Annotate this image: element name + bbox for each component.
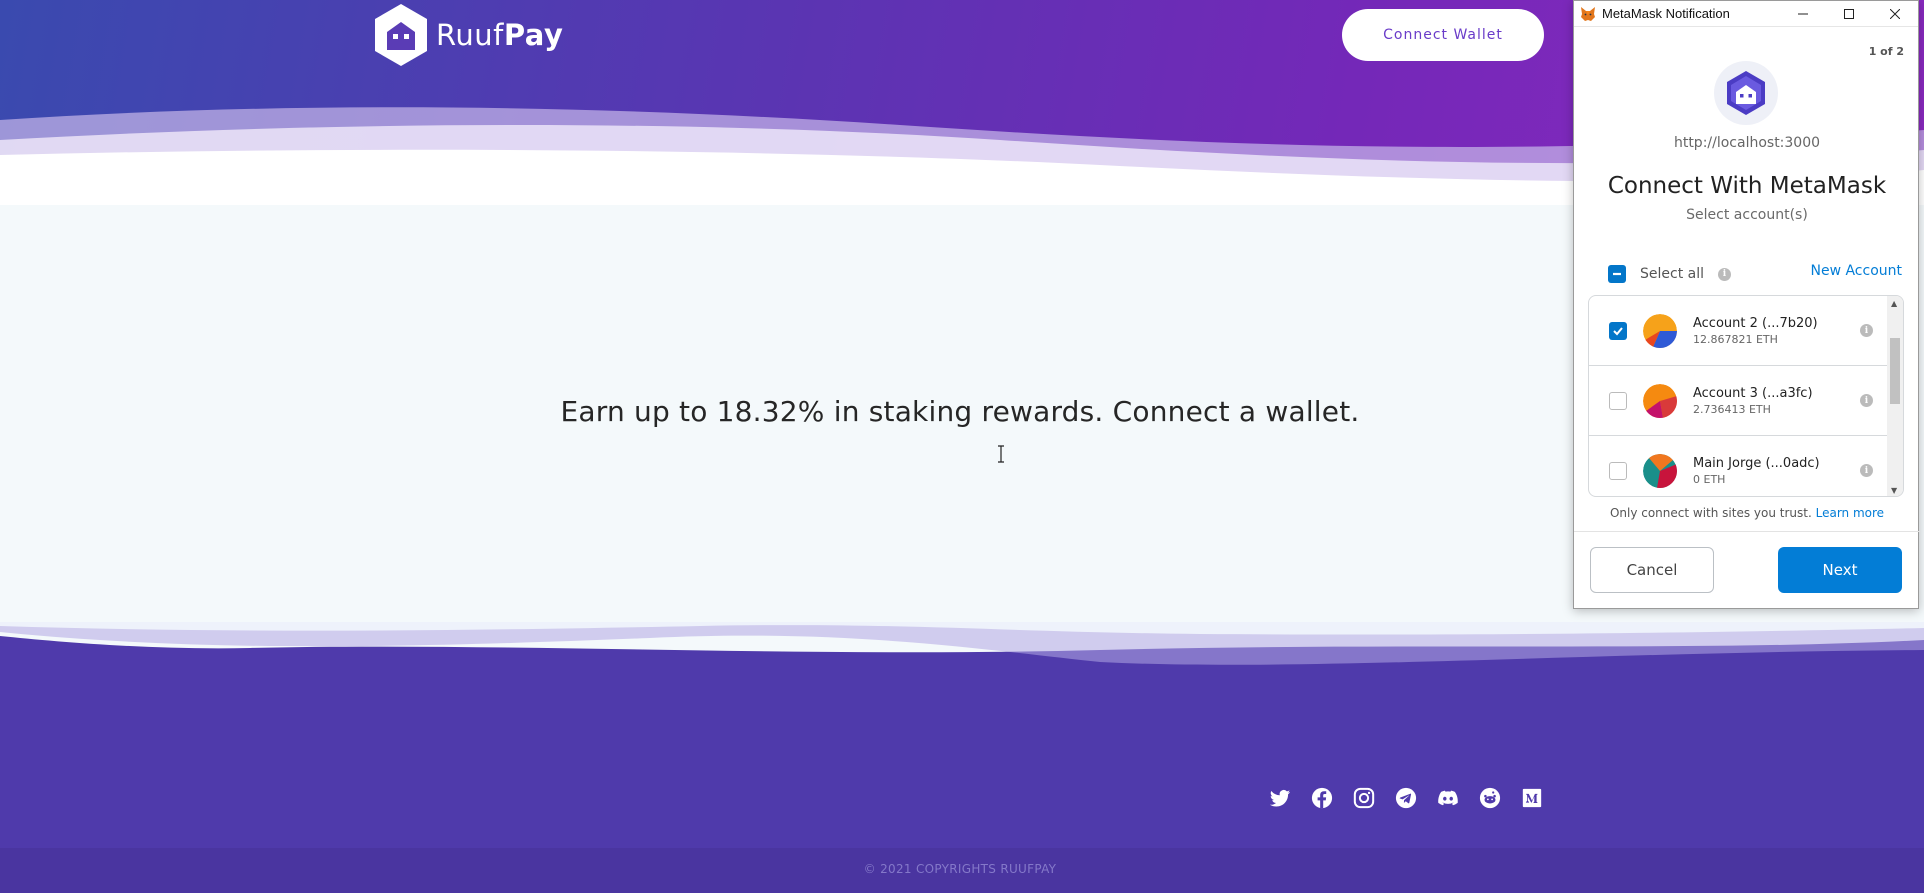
account-details: Account 3 (...a3fc) 2.736413 ETH [1693,386,1860,416]
copyright-bar: © 2021 COPYRIGHTS RUUFPAY [0,848,1924,893]
minimize-icon [1798,13,1808,14]
account-info-icon[interactable]: i [1860,394,1873,407]
metamask-body: 1 of 2 http://localhost:3000 Connect Wit… [1574,27,1920,609]
discord-icon[interactable] [1436,786,1460,810]
account-name: Account 3 (...a3fc) [1693,385,1813,401]
twitter-icon[interactable] [1268,786,1292,810]
account-name: Main Jorge (...0adc) [1693,455,1820,471]
select-all-row: Select all i [1608,265,1731,283]
window-title: MetaMask Notification [1602,6,1730,21]
checkmark-icon [1613,326,1623,335]
ruufpay-site-icon [1727,71,1765,115]
maximize-icon [1844,8,1854,19]
indeterminate-icon [1613,272,1621,276]
info-icon[interactable]: i [1718,267,1731,281]
account-checkbox[interactable] [1609,391,1627,410]
metamask-fox-icon [1581,6,1595,21]
close-button[interactable] [1872,1,1918,27]
request-pager: 1 of 2 [1868,45,1904,58]
account-list-scrollbar[interactable]: ▲ ▼ [1887,296,1903,496]
scrollbar-thumb[interactable] [1890,338,1900,404]
connect-wallet-button[interactable]: Connect Wallet [1342,9,1544,61]
account-balance: 0 ETH [1693,472,1726,486]
account-balance: 2.736413 ETH [1693,402,1771,416]
site-favicon [1714,61,1778,125]
telegram-icon[interactable] [1394,786,1418,810]
account-avatar [1643,453,1677,488]
account-avatar [1643,313,1677,348]
instagram-icon[interactable] [1352,786,1376,810]
scroll-down-icon[interactable]: ▼ [1891,486,1897,495]
account-details: Account 2 (...7b20) 12.867821 ETH [1693,316,1860,346]
text-cursor-icon [998,445,1004,463]
site-origin: http://localhost:3000 [1673,135,1821,151]
account-list: Account 2 (...7b20) 12.867821 ETH i Acco… [1588,295,1904,497]
account-row-main-jorge[interactable]: Main Jorge (...0adc) 0 ETH i [1589,436,1889,496]
trust-notice: Only connect with sites you trust. Learn… [1574,506,1920,520]
cancel-button[interactable]: Cancel [1590,547,1714,593]
account-balance: 12.867821 ETH [1693,332,1778,346]
account-info-icon[interactable]: i [1860,324,1873,337]
copyright-text: © 2021 COPYRIGHTS RUUFPAY [863,862,1057,876]
trust-text: Only connect with sites you trust. [1609,506,1812,520]
metamask-notification-window: MetaMask Notification 1 of 2 http://loca… [1573,0,1920,609]
connect-heading: Connect With MetaMask [1607,173,1887,199]
footer-wave [0,622,1924,665]
account-row-2[interactable]: Account 2 (...7b20) 12.867821 ETH i [1589,296,1889,366]
select-all-label: Select all [1640,266,1704,282]
new-account-link[interactable]: New Account [1810,263,1902,279]
brand-name: RuufPay [436,18,564,52]
account-name: Account 2 (...7b20) [1693,315,1818,331]
ruufpay-logo-icon [375,4,427,66]
account-details: Main Jorge (...0adc) 0 ETH [1693,456,1860,486]
social-links [1268,786,1544,810]
account-row-3[interactable]: Account 3 (...a3fc) 2.736413 ETH i [1589,366,1889,436]
medium-icon[interactable] [1520,786,1544,810]
reddit-icon[interactable] [1478,786,1502,810]
account-avatar [1643,383,1677,418]
footer: © 2021 COPYRIGHTS RUUFPAY [0,622,1924,893]
site-logo[interactable]: RuufPay [372,2,563,68]
close-icon [1890,8,1900,19]
select-all-checkbox[interactable] [1608,265,1626,283]
learn-more-link[interactable]: Learn more [1816,506,1884,520]
account-checkbox-checked[interactable] [1609,321,1627,340]
maximize-button[interactable] [1826,1,1872,27]
scroll-up-icon[interactable]: ▲ [1891,299,1897,308]
facebook-icon[interactable] [1310,786,1334,810]
minimize-button[interactable] [1780,1,1826,27]
account-checkbox[interactable] [1609,461,1627,480]
window-titlebar[interactable]: MetaMask Notification [1574,1,1918,27]
connect-subheading: Select account(s) [1686,207,1808,223]
account-info-icon[interactable]: i [1860,464,1873,477]
footer-divider [1574,531,1920,532]
next-button[interactable]: Next [1778,547,1902,593]
